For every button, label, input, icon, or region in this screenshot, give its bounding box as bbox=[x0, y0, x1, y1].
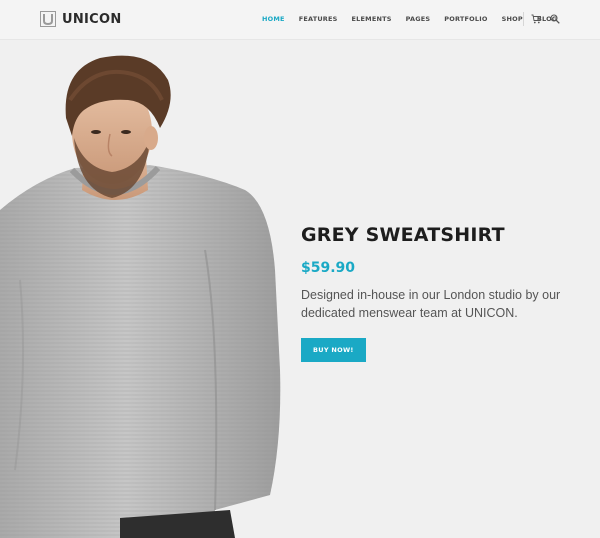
buy-now-button[interactable]: BUY NOW! bbox=[301, 338, 366, 362]
product-info: GREY SWEATSHIRT $59.90 Designed in-house… bbox=[301, 224, 561, 362]
nav-home[interactable]: HOME bbox=[262, 15, 285, 23]
nav-pages[interactable]: PAGES bbox=[406, 15, 431, 23]
logo-icon bbox=[40, 11, 56, 27]
nav-features[interactable]: FEATURES bbox=[299, 15, 338, 23]
product-price: $59.90 bbox=[301, 260, 356, 276]
search-icon[interactable] bbox=[550, 14, 560, 24]
man-in-grey-sweatshirt-photo bbox=[0, 55, 281, 538]
nav-shop[interactable]: SHOP bbox=[502, 15, 523, 23]
nav-elements[interactable]: ELEMENTS bbox=[352, 15, 392, 23]
product-title: GREY SWEATSHIRT bbox=[301, 224, 505, 246]
product-description-line2: dedicated menswear team at UNICON. bbox=[301, 306, 518, 320]
product-description-line1: Designed in-house in our London studio b… bbox=[301, 288, 561, 302]
nav-portfolio[interactable]: PORTFOLIO bbox=[444, 15, 487, 23]
nav-divider bbox=[523, 12, 524, 26]
cart-icon[interactable] bbox=[531, 14, 541, 24]
logo-text: UNICON bbox=[62, 11, 122, 27]
main-nav: HOME FEATURES ELEMENTS PAGES PORTFOLIO S… bbox=[262, 15, 571, 23]
site-header: UNICON HOME FEATURES ELEMENTS PAGES PORT… bbox=[0, 0, 600, 40]
product-description: Designed in-house in our London studio b… bbox=[301, 286, 561, 322]
logo[interactable]: UNICON bbox=[40, 11, 122, 27]
